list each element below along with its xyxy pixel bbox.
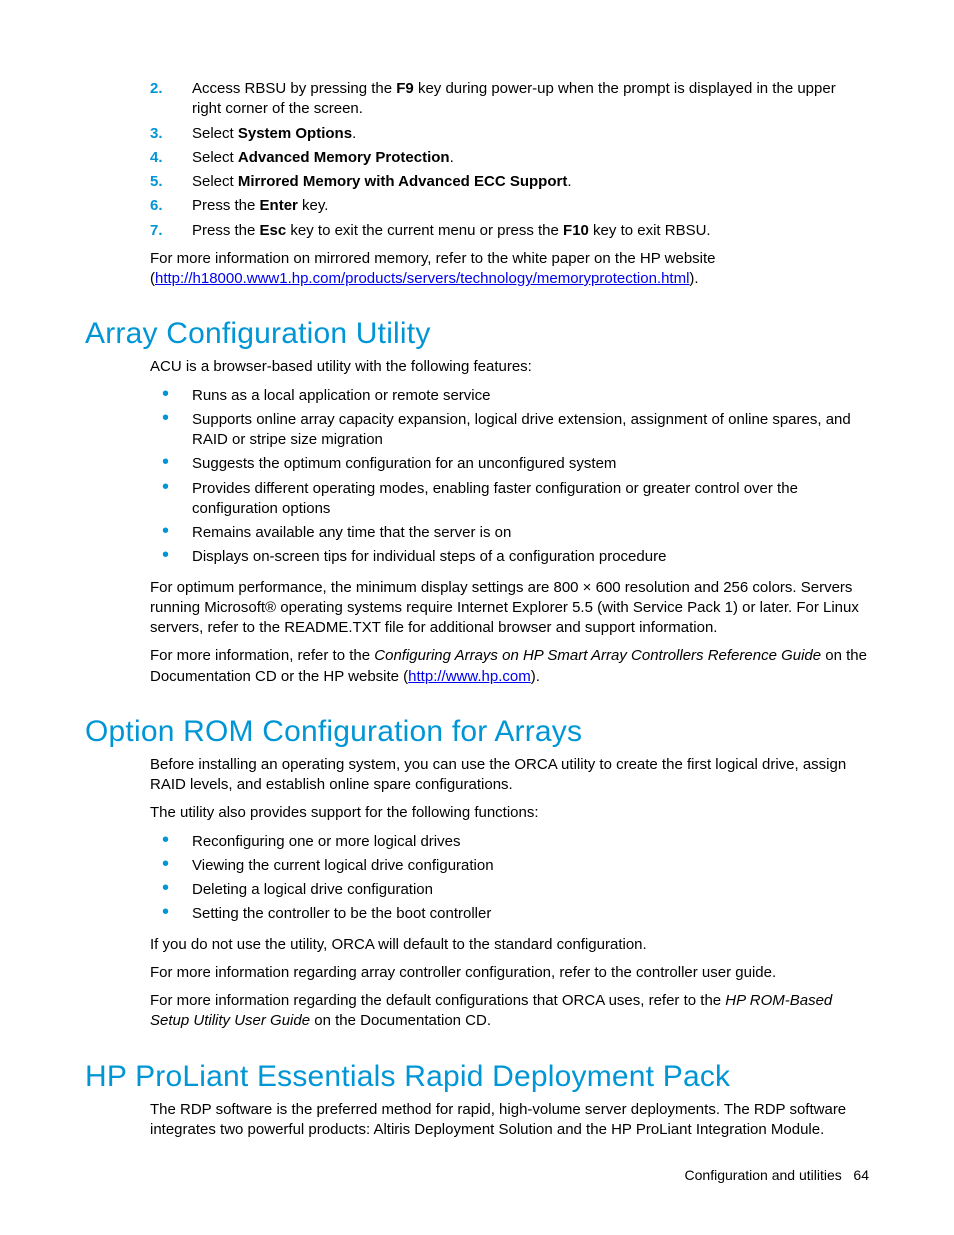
orca-rom-pre: For more information regarding the defau… xyxy=(150,992,725,1009)
list-item: Runs as a local application or remote se… xyxy=(150,386,869,406)
list-item: Provides different operating modes, enab… xyxy=(150,479,869,520)
list-item: Supports online array capacity expansion… xyxy=(150,410,869,451)
step-number: 7. xyxy=(150,221,163,241)
footer-section: Configuration and utilities xyxy=(685,1167,842,1183)
acu-more-title: Configuring Arrays on HP Smart Array Con… xyxy=(374,647,821,664)
orca-support: The utility also provides support for th… xyxy=(150,803,869,823)
step-text-post: key to exit RBSU. xyxy=(589,222,711,239)
acu-heading: Array Configuration Utility xyxy=(85,317,869,351)
footer-page: 64 xyxy=(853,1167,869,1183)
rdp-body: The RDP software is the preferred method… xyxy=(150,1100,869,1141)
orca-controller: For more information regarding array con… xyxy=(150,963,869,983)
step-bold: Enter xyxy=(260,197,298,214)
step-number: 4. xyxy=(150,148,163,168)
orca-rom-info: For more information regarding the defau… xyxy=(150,991,869,1032)
orca-heading: Option ROM Configuration for Arrays xyxy=(85,715,869,749)
list-item: Deleting a logical drive configuration xyxy=(150,880,869,900)
acu-more-info: For more information, refer to the Confi… xyxy=(150,646,869,687)
step-bold: Advanced Memory Protection xyxy=(238,149,450,166)
step-text-pre: Select xyxy=(192,125,238,142)
step-text-post: . xyxy=(352,125,356,142)
list-item: Remains available any time that the serv… xyxy=(150,523,869,543)
step-bold: System Options xyxy=(238,125,352,142)
step-item: 7. Press the Esc key to exit the current… xyxy=(150,221,869,241)
step-number: 6. xyxy=(150,196,163,216)
mirror-info: For more information on mirrored memory,… xyxy=(150,249,869,290)
rdp-heading: HP ProLiant Essentials Rapid Deployment … xyxy=(85,1060,869,1094)
orca-default: If you do not use the utility, ORCA will… xyxy=(150,935,869,955)
orca-rom-post: on the Documentation CD. xyxy=(310,1012,491,1029)
orca-bullets: Reconfiguring one or more logical drives… xyxy=(150,832,869,925)
step-bold: Esc xyxy=(260,222,287,239)
step-text-pre: Select xyxy=(192,173,238,190)
step-number: 5. xyxy=(150,172,163,192)
page-footer: Configuration and utilities 64 xyxy=(685,1167,869,1183)
step-text-pre: Press the xyxy=(192,197,260,214)
step-bold: Mirrored Memory with Advanced ECC Suppor… xyxy=(238,173,567,190)
step-text-post: . xyxy=(567,173,571,190)
step-item: 2. Access RBSU by pressing the F9 key du… xyxy=(150,79,869,120)
step-text-pre: Access RBSU by pressing the xyxy=(192,80,396,97)
list-item: Displays on-screen tips for individual s… xyxy=(150,547,869,567)
ordered-steps: 2. Access RBSU by pressing the F9 key du… xyxy=(150,79,869,241)
step-text-post: key. xyxy=(298,197,329,214)
mirror-link[interactable]: http://h18000.www1.hp.com/products/serve… xyxy=(155,270,689,287)
list-item: Setting the controller to be the boot co… xyxy=(150,904,869,924)
acu-intro: ACU is a browser-based utility with the … xyxy=(150,357,869,377)
step-item: 6. Press the Enter key. xyxy=(150,196,869,216)
step-text-post: . xyxy=(450,149,454,166)
step-text-mid: key to exit the current menu or press th… xyxy=(286,222,563,239)
list-item: Viewing the current logical drive config… xyxy=(150,856,869,876)
step-bold-2: F10 xyxy=(563,222,589,239)
step-text-pre: Select xyxy=(192,149,238,166)
mirror-info-post: ). xyxy=(689,270,698,287)
step-item: 3. Select System Options. xyxy=(150,124,869,144)
step-number: 2. xyxy=(150,79,163,99)
step-text-pre: Press the xyxy=(192,222,260,239)
orca-intro: Before installing an operating system, y… xyxy=(150,755,869,796)
list-item: Reconfiguring one or more logical drives xyxy=(150,832,869,852)
acu-more-pre: For more information, refer to the xyxy=(150,647,374,664)
step-item: 5. Select Mirrored Memory with Advanced … xyxy=(150,172,869,192)
acu-bullets: Runs as a local application or remote se… xyxy=(150,386,869,568)
step-bold: F9 xyxy=(396,80,414,97)
step-number: 3. xyxy=(150,124,163,144)
hp-link[interactable]: http://www.hp.com xyxy=(408,668,531,685)
acu-performance: For optimum performance, the minimum dis… xyxy=(150,578,869,639)
list-item: Suggests the optimum configuration for a… xyxy=(150,454,869,474)
step-item: 4. Select Advanced Memory Protection. xyxy=(150,148,869,168)
acu-more-post: ). xyxy=(531,668,540,685)
